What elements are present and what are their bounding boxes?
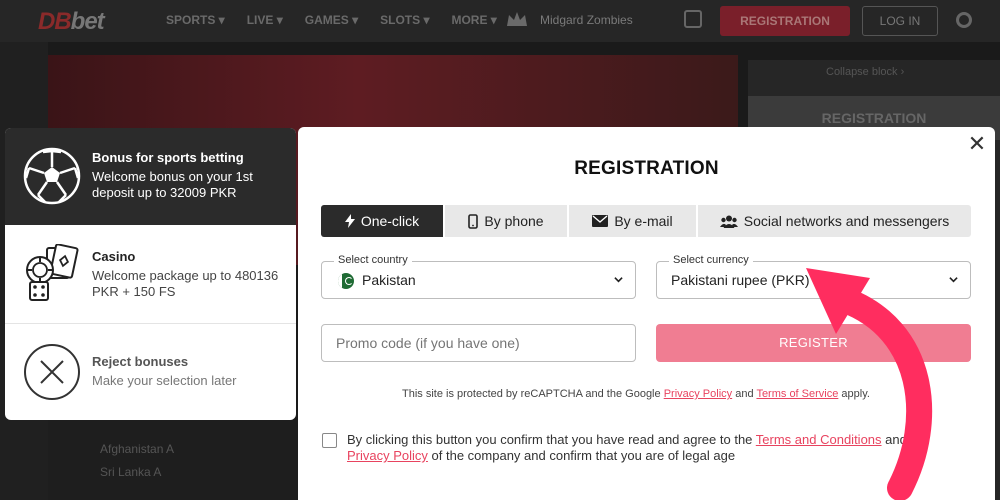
phone-icon (468, 213, 479, 229)
reject-x-circle-icon (24, 344, 80, 400)
field-label: Select currency (669, 254, 753, 266)
chevron-down-icon (614, 277, 623, 283)
header-registration-button[interactable]: REGISTRATION (720, 6, 850, 36)
main-nav: SPORTS ▾ LIVE ▾ GAMES ▾ SLOTS ▾ MORE ▾ (166, 13, 497, 27)
privacy-policy-link[interactable]: Privacy Policy (347, 448, 428, 463)
nav-more[interactable]: MORE ▾ (451, 13, 496, 27)
tab-one-click[interactable]: One-click (321, 205, 445, 237)
bonus-title: Casino (92, 249, 136, 264)
bonus-description: Make your selection later (92, 373, 237, 388)
recaptcha-notice: This site is protected by reCAPTCHA and … (402, 388, 870, 400)
agree-checkbox[interactable] (322, 433, 337, 448)
terms-and-conditions-link[interactable]: Terms and Conditions (756, 432, 882, 447)
bonus-title: Reject bonuses (92, 354, 189, 369)
registration-modal: ✕ REGISTRATION One-click By phone By e-m… (298, 127, 995, 500)
bonus-description: Welcome bonus on your 1st deposit up to … (92, 169, 253, 200)
promo-code-field[interactable] (321, 324, 636, 362)
envelope-icon (592, 215, 609, 227)
modal-title: REGISTRATION (574, 158, 719, 179)
country-value: Pakistan (362, 272, 416, 288)
nav-live[interactable]: LIVE ▾ (247, 13, 283, 27)
register-button[interactable]: REGISTER (656, 324, 971, 362)
promo-code-input[interactable] (336, 335, 626, 351)
nav-games[interactable]: GAMES ▾ (305, 13, 358, 27)
settings-gear-icon[interactable] (956, 12, 972, 28)
bonus-option-reject[interactable]: Reject bonuses Make your selection later (5, 324, 296, 420)
promo-game-name[interactable]: Midgard Zombies (540, 13, 633, 27)
gift-icon[interactable] (684, 10, 702, 28)
crown-icon (507, 12, 527, 26)
casino-chips-cards-dice-icon (26, 244, 79, 301)
tab-by-email[interactable]: By e-mail (569, 205, 698, 237)
bonus-option-sports[interactable]: Bonus for sports betting Welcome bonus o… (5, 128, 296, 225)
nav-sports[interactable]: SPORTS ▾ (166, 13, 225, 27)
bonus-description: Welcome package up to 480136 PKR + 150 F… (92, 268, 279, 299)
nav-slots[interactable]: SLOTS ▾ (380, 13, 429, 27)
privacy-policy-link[interactable]: Privacy Policy (664, 388, 732, 400)
terms-of-service-link[interactable]: Terms of Service (756, 388, 838, 400)
bonus-selection-panel: Bonus for sports betting Welcome bonus o… (5, 128, 296, 420)
currency-select[interactable]: Select currency Pakistani rupee (PKR) (656, 254, 971, 299)
close-icon[interactable]: ✕ (967, 133, 987, 155)
registration-method-tabs: One-click By phone By e-mail Social netw… (321, 205, 971, 237)
pakistan-flag-icon (338, 273, 354, 289)
tab-social-networks[interactable]: Social networks and messengers (698, 205, 971, 237)
match-team[interactable]: Sri Lanka A (100, 465, 161, 479)
users-icon (719, 215, 738, 228)
bonus-option-casino[interactable]: Casino Welcome package up to 480136 PKR … (5, 225, 296, 322)
country-select[interactable]: Select country Pakistan (321, 254, 636, 299)
agreement-text: By clicking this button you confirm that… (347, 432, 907, 463)
collapse-block-link[interactable]: Collapse block › (826, 66, 904, 78)
bonus-title: Bonus for sports betting (92, 150, 244, 165)
tab-by-phone[interactable]: By phone (445, 205, 569, 237)
site-logo[interactable]: DBbet (38, 8, 105, 36)
match-team[interactable]: Afghanistan A (100, 442, 174, 456)
top-navbar: DBbet SPORTS ▾ LIVE ▾ GAMES ▾ SLOTS ▾ MO… (0, 0, 1000, 42)
lightning-icon (344, 214, 355, 228)
chevron-down-icon (949, 277, 958, 283)
currency-value: Pakistani rupee (PKR) (671, 272, 810, 288)
field-label: Select country (334, 254, 412, 266)
soccer-ball-icon (23, 147, 81, 205)
header-login-button[interactable]: LOG IN (862, 6, 938, 36)
